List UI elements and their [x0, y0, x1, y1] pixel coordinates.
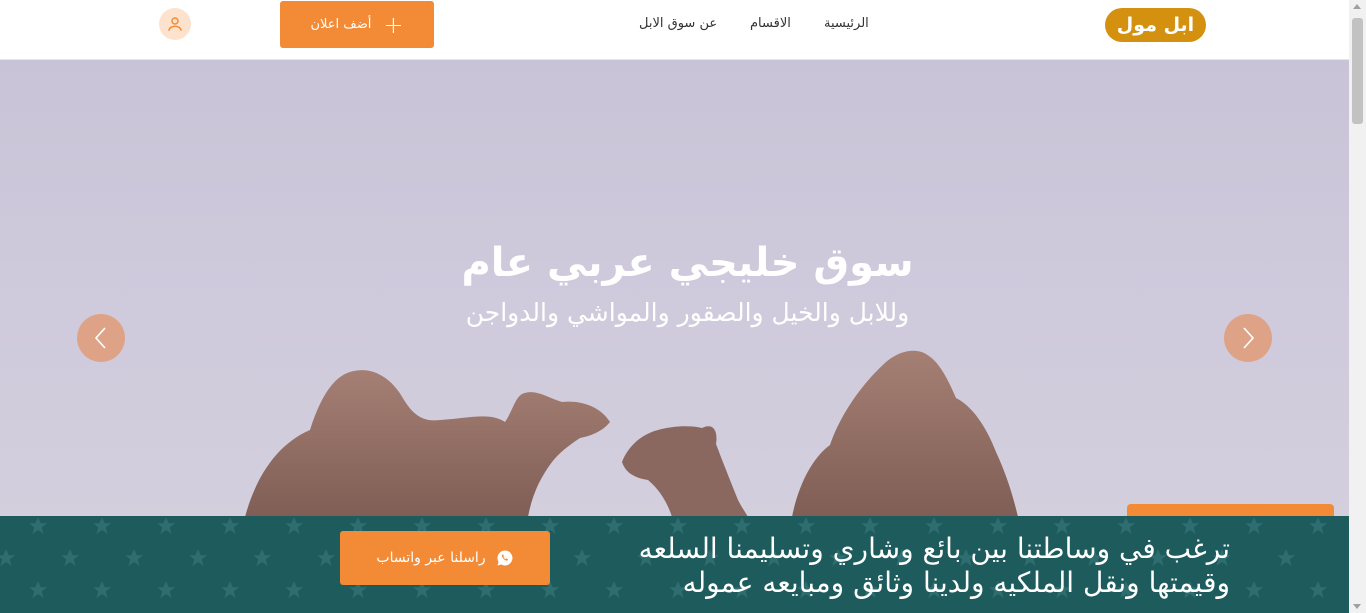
- scroll-up-arrow-icon[interactable]: [1353, 4, 1361, 9]
- site-logo[interactable]: ابل مول: [1105, 8, 1206, 42]
- banner-line-1: ترغب في وساطتنا بين بائع وشاري وتسليمنا …: [638, 532, 1230, 565]
- whatsapp-label: راسلنا عبر واتساب: [376, 550, 486, 566]
- scroll-down-arrow-icon[interactable]: [1353, 604, 1361, 609]
- page-scrollbar[interactable]: [1349, 0, 1366, 613]
- add-ad-label: أضف اعلان: [310, 17, 372, 32]
- whatsapp-icon: [497, 550, 513, 566]
- user-account-button[interactable]: [159, 8, 191, 40]
- chevron-right-icon: [1243, 327, 1255, 349]
- banner-line-2: وقيمتها ونقل الملكيه ولدينا وثائق ومبايع…: [682, 566, 1230, 599]
- hero-title: سوق خليجي عربي عام: [461, 240, 914, 286]
- hero-subtitle: وللابل والخيل والصقور والمواشي والدواجن: [465, 298, 910, 327]
- banner-message: ترغب في وساطتنا بين بائع وشاري وتسليمنا …: [530, 532, 1230, 600]
- plus-icon: +: [383, 10, 404, 39]
- hero-camels-image: [245, 350, 1018, 517]
- whatsapp-banner: ترغب في وساطتنا بين بائع وشاري وتسليمنا …: [0, 516, 1349, 613]
- slider-next-button[interactable]: [1224, 314, 1272, 362]
- whatsapp-contact-button[interactable]: راسلنا عبر واتساب: [340, 531, 550, 585]
- scrollbar-thumb[interactable]: [1352, 18, 1363, 124]
- nav-link-home[interactable]: الرئيسية: [824, 16, 869, 31]
- hero-slider: سوق خليجي عربي عام وللابل والخيل والصقور…: [0, 60, 1349, 517]
- nav-link-about[interactable]: عن سوق الابل: [639, 16, 717, 31]
- slider-prev-button[interactable]: [77, 314, 125, 362]
- nav-link-categories[interactable]: الاقسام: [750, 16, 791, 31]
- chevron-left-icon: [94, 327, 106, 349]
- user-icon: [168, 17, 182, 31]
- add-ad-button[interactable]: أضف اعلان +: [280, 1, 434, 48]
- site-header: ابل مول الرئيسية الاقسام عن سوق الابل أض…: [0, 0, 1349, 60]
